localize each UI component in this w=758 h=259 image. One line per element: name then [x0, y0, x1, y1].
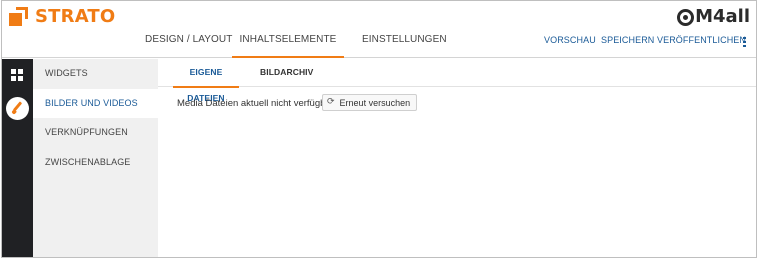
sidebar-item-widgets[interactable]: WIDGETS — [33, 59, 158, 88]
nav-inhaltselemente-label: INHALTSELEMENTE — [239, 34, 337, 45]
sidebar-item-verknuepfungen[interactable]: VERKNÜPFUNGEN — [33, 118, 158, 147]
veroeffentlichen-button[interactable]: VERÖFFENTLICHEN — [657, 35, 746, 45]
app-frame: STRATO M4all DESIGN / LAYOUT INHALTSELEM… — [1, 0, 757, 258]
status-message: Media Dateien aktuell nicht verfügbar. — [177, 98, 336, 109]
tab-bildarchiv[interactable]: BILDARCHIV — [260, 59, 313, 87]
sidebar-item-zwischenablage[interactable]: ZWISCHENABLAGE — [33, 148, 158, 177]
nav-einstellungen-label: EINSTELLUNGEN — [362, 34, 447, 45]
strato-logo-text: STRATO — [35, 6, 116, 27]
media-tabs: EIGENE DATEIEN BILDARCHIV — [158, 59, 756, 103]
nav-design-layout[interactable]: DESIGN / LAYOUT — [145, 27, 232, 58]
nav-design-layout-label: DESIGN / LAYOUT — [145, 34, 233, 45]
vorschau-button[interactable]: VORSCHAU — [544, 35, 596, 45]
nav-einstellungen[interactable]: EINSTELLUNGEN — [362, 27, 447, 58]
cm4all-logo: M4all — [677, 7, 750, 27]
top-bar: STRATO M4all DESIGN / LAYOUT INHALTSELEM… — [2, 1, 756, 58]
main-content: EIGENE DATEIEN BILDARCHIV Media Dateien … — [158, 59, 756, 257]
cm4all-logo-text: M4all — [695, 6, 750, 27]
more-vertical-icon[interactable] — [743, 37, 746, 47]
cm4all-logo-icon — [677, 8, 695, 26]
strato-logo-icon — [9, 7, 29, 27]
tab-eigene-dateien[interactable]: EIGENE DATEIEN — [173, 59, 239, 103]
speichern-button[interactable]: SPEICHERN — [601, 35, 654, 45]
nav-inhaltselemente[interactable]: INHALTSELEMENTE — [232, 27, 344, 58]
sidebar-item-bilder-und-videos[interactable]: BILDER UND VIDEOS — [33, 89, 158, 118]
brush-icon[interactable] — [6, 97, 29, 120]
content-sidebar: WIDGETS BILDER UND VIDEOS VERKNÜPFUNGEN … — [33, 59, 158, 257]
retry-button-label: Erneut versuchen — [339, 97, 411, 108]
retry-button[interactable]: ⟳ Erneut versuchen — [322, 94, 418, 111]
widgets-grid-icon[interactable] — [11, 69, 23, 81]
icon-rail — [2, 59, 33, 257]
refresh-icon: ⟳ — [327, 97, 335, 107]
strato-logo[interactable]: STRATO — [9, 7, 115, 27]
